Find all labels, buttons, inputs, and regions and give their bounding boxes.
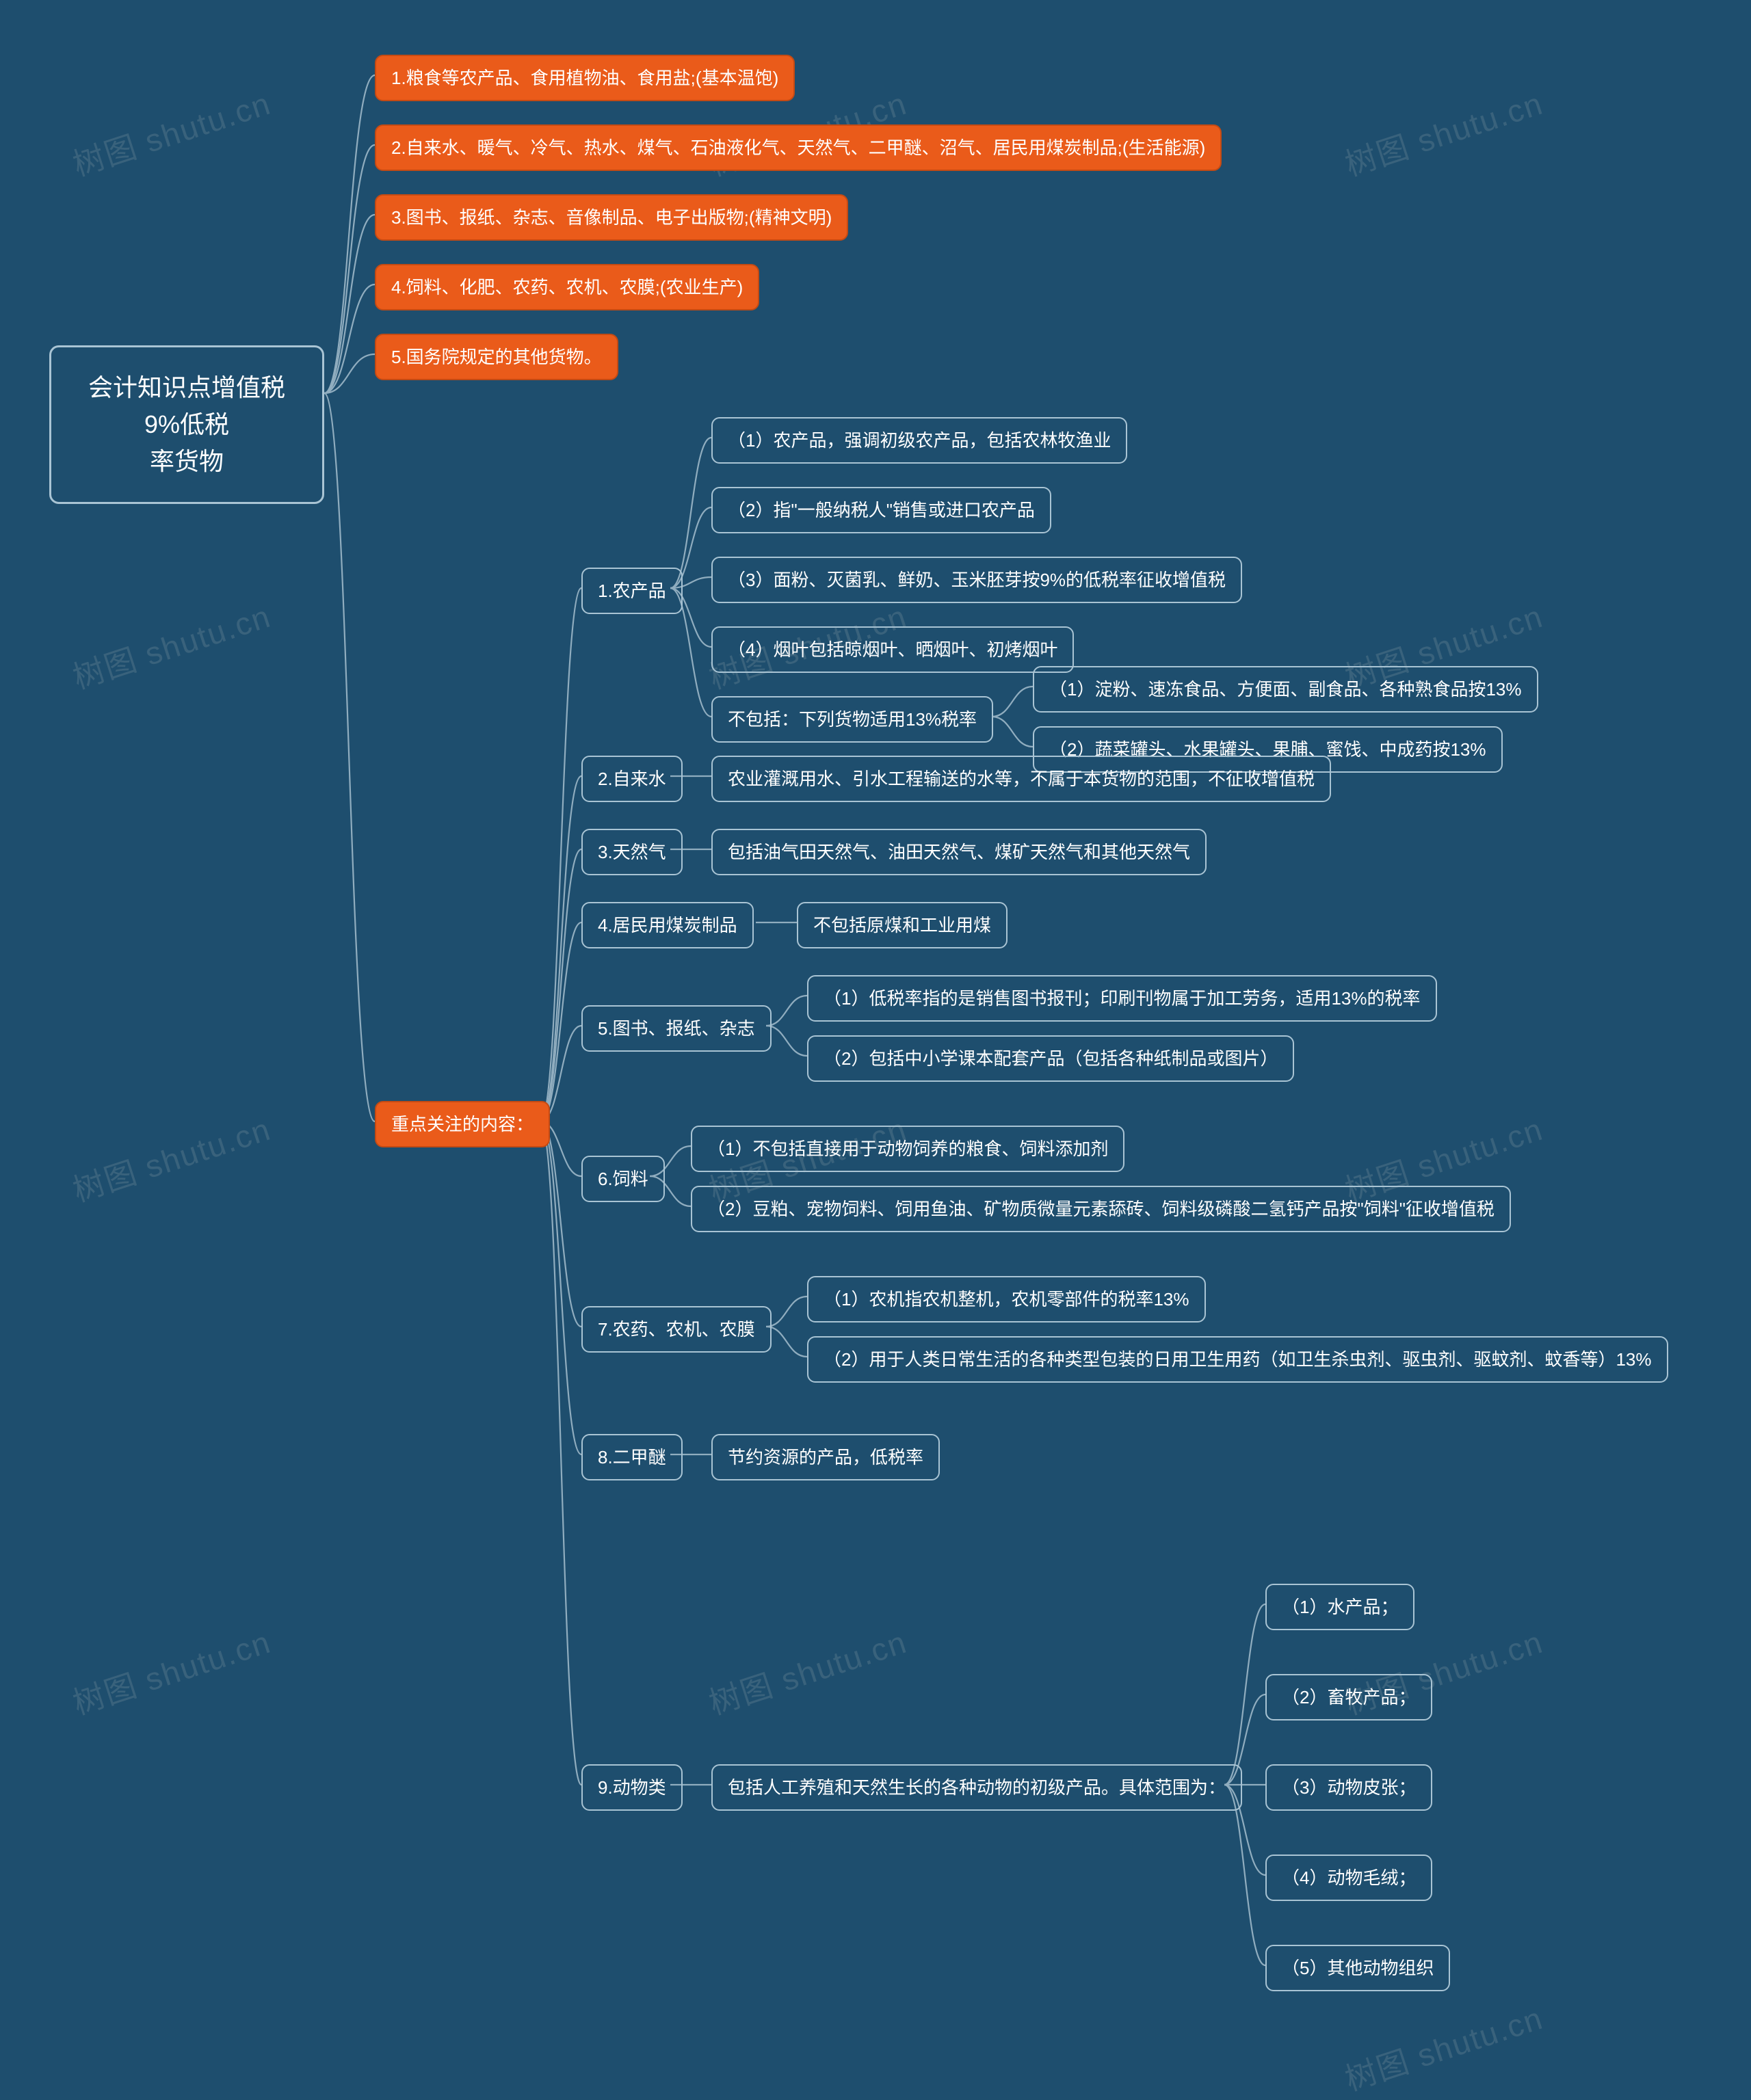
focus-2-c1[interactable]: 农业灌溉用水、引水工程输送的水等，不属于本货物的范围，不征收增值税 bbox=[711, 756, 1331, 802]
watermark: 树图 shutu.cn bbox=[66, 1617, 276, 1724]
root-node[interactable]: 会计知识点增值税9%低税 率货物 bbox=[49, 345, 324, 504]
item-5[interactable]: 5.国务院规定的其他货物。 bbox=[375, 334, 618, 380]
mindmap-canvas: 树图 shutu.cn 树图 shutu.cn 树图 shutu.cn 树图 s… bbox=[0, 0, 1751, 2084]
item-1[interactable]: 1.粮食等农产品、食用植物油、食用盐;(基本温饱) bbox=[375, 55, 795, 101]
focus-9-c1[interactable]: 包括人工养殖和天然生长的各种动物的初级产品。具体范围为： bbox=[711, 1764, 1242, 1811]
focus-9-c1-2[interactable]: （2）畜牧产品； bbox=[1265, 1674, 1432, 1720]
watermark: 树图 shutu.cn bbox=[1339, 79, 1548, 185]
focus-7-c1[interactable]: （1）农机指农机整机，农机零部件的税率13% bbox=[807, 1276, 1206, 1323]
focus-1-nb-c1[interactable]: （1）淀粉、速冻食品、方便面、副食品、各种熟食品按13% bbox=[1033, 666, 1538, 713]
focus-6-c1[interactable]: （1）不包括直接用于动物饲养的粮食、饲料添加剂 bbox=[691, 1126, 1124, 1172]
focus-9[interactable]: 9.动物类 bbox=[581, 1764, 683, 1811]
focus-3-c1[interactable]: 包括油气田天然气、油田天然气、煤矿天然气和其他天然气 bbox=[711, 829, 1207, 875]
focus-6[interactable]: 6.饲料 bbox=[581, 1156, 665, 1202]
focus-1-c3[interactable]: （3）面粉、灭菌乳、鲜奶、玉米胚芽按9%的低税率征收增值税 bbox=[711, 557, 1242, 603]
watermark: 树图 shutu.cn bbox=[66, 1104, 276, 1211]
focus-5-c2[interactable]: （2）包括中小学课本配套产品（包括各种纸制品或图片） bbox=[807, 1035, 1294, 1082]
focus-1-c2[interactable]: （2）指"一般纳税人"销售或进口农产品 bbox=[711, 487, 1051, 533]
focus-node[interactable]: 重点关注的内容： bbox=[375, 1101, 550, 1147]
watermark: 树图 shutu.cn bbox=[66, 592, 276, 698]
watermark: 树图 shutu.cn bbox=[1339, 1993, 1548, 2100]
focus-5[interactable]: 5.图书、报纸、杂志 bbox=[581, 1005, 772, 1052]
focus-9-c1-5[interactable]: （5）其他动物组织 bbox=[1265, 1945, 1450, 1991]
focus-5-c1[interactable]: （1）低税率指的是销售图书报刊；印刷刊物属于加工劳务，适用13%的税率 bbox=[807, 975, 1437, 1022]
item-2[interactable]: 2.自来水、暖气、冷气、热水、煤气、石油液化气、天然气、二甲醚、沼气、居民用煤炭… bbox=[375, 124, 1222, 171]
focus-2[interactable]: 2.自来水 bbox=[581, 756, 683, 802]
focus-6-c2[interactable]: （2）豆粕、宠物饲料、饲用鱼油、矿物质微量元素舔砖、饲料级磷酸二氢钙产品按"饲料… bbox=[691, 1186, 1511, 1232]
focus-4[interactable]: 4.居民用煤炭制品 bbox=[581, 902, 754, 948]
focus-4-c1[interactable]: 不包括原煤和工业用煤 bbox=[797, 902, 1008, 948]
focus-9-c1-4[interactable]: （4）动物毛绒； bbox=[1265, 1855, 1432, 1901]
focus-1-c4[interactable]: （4）烟叶包括晾烟叶、晒烟叶、初烤烟叶 bbox=[711, 626, 1074, 673]
watermark: 树图 shutu.cn bbox=[702, 1617, 912, 1724]
root-line1: 会计知识点增值税9%低税 bbox=[88, 373, 285, 438]
watermark: 树图 shutu.cn bbox=[66, 79, 276, 185]
item-3[interactable]: 3.图书、报纸、杂志、音像制品、电子出版物;(精神文明) bbox=[375, 194, 848, 241]
focus-8-c1[interactable]: 节约资源的产品，低税率 bbox=[711, 1434, 940, 1480]
root-line2: 率货物 bbox=[150, 447, 224, 475]
focus-1-c1[interactable]: （1）农产品，强调初级农产品，包括农林牧渔业 bbox=[711, 417, 1127, 464]
focus-1[interactable]: 1.农产品 bbox=[581, 568, 683, 614]
item-4[interactable]: 4.饲料、化肥、农药、农机、农膜;(农业生产) bbox=[375, 264, 759, 310]
focus-9-c1-1[interactable]: （1）水产品； bbox=[1265, 1584, 1414, 1630]
focus-7-c2[interactable]: （2）用于人类日常生活的各种类型包装的日用卫生用药（如卫生杀虫剂、驱虫剂、驱蚊剂… bbox=[807, 1336, 1668, 1383]
focus-3[interactable]: 3.天然气 bbox=[581, 829, 683, 875]
focus-7[interactable]: 7.农药、农机、农膜 bbox=[581, 1306, 772, 1353]
focus-9-c1-3[interactable]: （3）动物皮张； bbox=[1265, 1764, 1432, 1811]
focus-8[interactable]: 8.二甲醚 bbox=[581, 1434, 683, 1480]
focus-1-notinclude[interactable]: 不包括：下列货物适用13%税率 bbox=[711, 696, 993, 743]
